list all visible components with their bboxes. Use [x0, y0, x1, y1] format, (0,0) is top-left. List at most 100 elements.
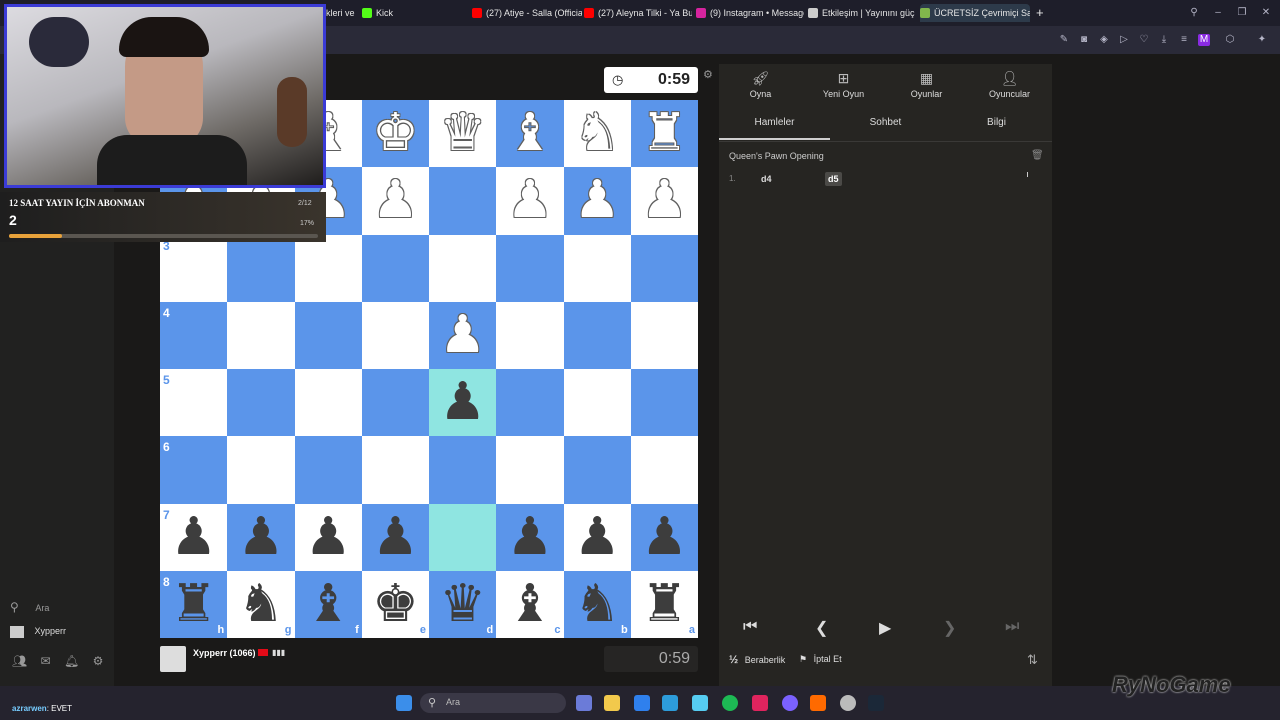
edge-icon[interactable] — [634, 695, 650, 711]
mail-icon[interactable]: ✉ — [41, 654, 51, 668]
board-square[interactable]: ♟ — [429, 369, 497, 437]
board-square[interactable]: ♟ — [361, 167, 429, 235]
black-queen-icon[interactable]: ♛ — [429, 571, 496, 638]
board-square[interactable] — [361, 369, 429, 437]
sidebar-search[interactable]: ⚲ Ara — [10, 600, 49, 614]
board-square[interactable]: ♟ — [294, 503, 362, 571]
app-icon[interactable] — [692, 695, 708, 711]
black-bishop-icon[interactable]: ♝ — [295, 571, 362, 638]
white-pawn-icon[interactable]: ♟ — [362, 167, 429, 234]
download-icon[interactable]: ⤓ — [1158, 34, 1170, 46]
edit-icon[interactable]: ✎ — [1058, 34, 1070, 46]
board-square[interactable]: f ♝ — [294, 570, 362, 638]
board-square[interactable]: 4 — [160, 301, 228, 369]
bell-icon[interactable]: 🔔︎ — [64, 654, 79, 668]
browser-tab[interactable]: (27) Atiye - Salla (Official M — [472, 4, 582, 22]
white-pawn-icon[interactable]: ♟ — [429, 302, 496, 369]
board-square[interactable]: 6 — [160, 436, 228, 504]
board-square[interactable] — [227, 234, 295, 302]
gear-icon[interactable]: ⚙ — [93, 654, 104, 668]
white-rook-icon[interactable]: ♜ — [631, 100, 698, 167]
board-square[interactable]: e ♚ — [361, 570, 429, 638]
black-knight-icon[interactable]: ♞ — [227, 571, 294, 638]
minimize-icon[interactable]: – — [1212, 7, 1224, 19]
board-square[interactable]: ♟ — [227, 503, 295, 571]
board-square[interactable]: g ♞ — [227, 570, 295, 638]
bottom-player-name[interactable]: Xypperr (1066) — [193, 648, 256, 658]
board-square[interactable]: d ♛ — [429, 570, 497, 638]
black-bishop-icon[interactable]: ♝ — [496, 571, 563, 638]
white-knight-icon[interactable]: ♞ — [564, 100, 631, 167]
board-square[interactable] — [496, 369, 564, 437]
store-icon[interactable] — [662, 695, 678, 711]
board-square[interactable]: 8 h ♜ — [160, 570, 228, 638]
extension-icon[interactable]: ⬡ — [1224, 34, 1236, 46]
black-move-selected[interactable]: d5 — [825, 172, 842, 186]
white-queen-icon[interactable]: ♛ — [429, 100, 496, 167]
board-square[interactable]: a ♜ — [630, 570, 698, 638]
board-square[interactable]: 3 — [160, 234, 228, 302]
board-square[interactable] — [630, 436, 698, 504]
opera-icon[interactable] — [752, 695, 768, 711]
white-pawn-icon[interactable]: ♟ — [564, 167, 631, 234]
board-square[interactable] — [630, 301, 698, 369]
browser-tab[interactable]: Kick — [362, 4, 452, 22]
settings-gear-icon[interactable]: ⚙ — [703, 68, 713, 81]
black-rook-icon[interactable]: ♜ — [631, 571, 698, 638]
board-square[interactable]: ♟ — [496, 503, 564, 571]
board-square[interactable] — [361, 234, 429, 302]
taskbar-search[interactable]: ⚲ Ara — [420, 693, 566, 713]
play-icon[interactable]: ▶ — [879, 618, 891, 638]
last-move-icon[interactable]: ⏭ — [1005, 618, 1019, 636]
white-king-icon[interactable]: ♚ — [362, 100, 429, 167]
app-icon[interactable] — [840, 695, 856, 711]
board-square[interactable] — [361, 436, 429, 504]
white-bishop-icon[interactable]: ♝ — [496, 100, 563, 167]
board-square[interactable]: ♟ — [563, 167, 631, 235]
sidebar-user[interactable]: Xypperr — [10, 626, 66, 638]
board-square[interactable]: ♚ — [361, 100, 429, 168]
flip-board-icon[interactable]: ⇅ — [1027, 652, 1038, 668]
board-square[interactable] — [563, 301, 631, 369]
board-square[interactable] — [429, 503, 497, 571]
board-square[interactable] — [294, 301, 362, 369]
nav-play[interactable]: 🚀︎ Oyna — [719, 70, 802, 99]
board-square[interactable] — [496, 234, 564, 302]
search-icon[interactable]: ⚲ — [1188, 7, 1200, 19]
tab-moves[interactable]: Hamleler — [719, 112, 830, 140]
folder-icon[interactable] — [604, 695, 620, 711]
board-square[interactable]: ♛ — [429, 100, 497, 168]
ai-icon[interactable]: ✦ — [1252, 34, 1272, 46]
board-square[interactable]: ♟ — [630, 503, 698, 571]
black-pawn-icon[interactable]: ♟ — [631, 504, 698, 571]
board-square[interactable] — [227, 436, 295, 504]
board-square[interactable] — [630, 234, 698, 302]
board-square[interactable] — [294, 369, 362, 437]
black-pawn-icon[interactable]: ♟ — [160, 504, 227, 571]
white-pawn-icon[interactable]: ♟ — [496, 167, 563, 234]
board-square[interactable] — [630, 369, 698, 437]
board-square[interactable]: ♝ — [496, 100, 564, 168]
board-square[interactable] — [361, 301, 429, 369]
board-square[interactable]: 7 ♟ — [160, 503, 228, 571]
black-pawn-icon[interactable]: ♟ — [227, 504, 294, 571]
app-icon[interactable] — [810, 695, 826, 711]
next-move-icon[interactable]: ❯ — [943, 618, 956, 638]
board-square[interactable]: ♟ — [630, 167, 698, 235]
nav-new-game[interactable]: ⊞ Yeni Oyun — [802, 70, 885, 99]
friends-icon[interactable]: 👥︎ — [12, 654, 27, 668]
board-square[interactable]: ♞ — [563, 100, 631, 168]
board-square[interactable] — [563, 436, 631, 504]
board-square[interactable] — [496, 301, 564, 369]
black-pawn-icon[interactable]: ♟ — [429, 369, 496, 436]
nav-games[interactable]: ▦ Oyunlar — [885, 70, 968, 99]
board-square[interactable] — [496, 436, 564, 504]
browser-tab[interactable]: (9) Instagram • Messages — [696, 4, 804, 22]
trash-icon[interactable]: 🗑︎ — [1031, 150, 1044, 161]
abort-button[interactable]: ⚑ İptal Et — [799, 654, 842, 665]
new-tab-button[interactable]: + — [1034, 4, 1050, 22]
board-square[interactable]: b ♞ — [563, 570, 631, 638]
profile-icon[interactable]: M — [1198, 34, 1210, 46]
board-square[interactable]: ♟ — [496, 167, 564, 235]
board-square[interactable]: c ♝ — [496, 570, 564, 638]
